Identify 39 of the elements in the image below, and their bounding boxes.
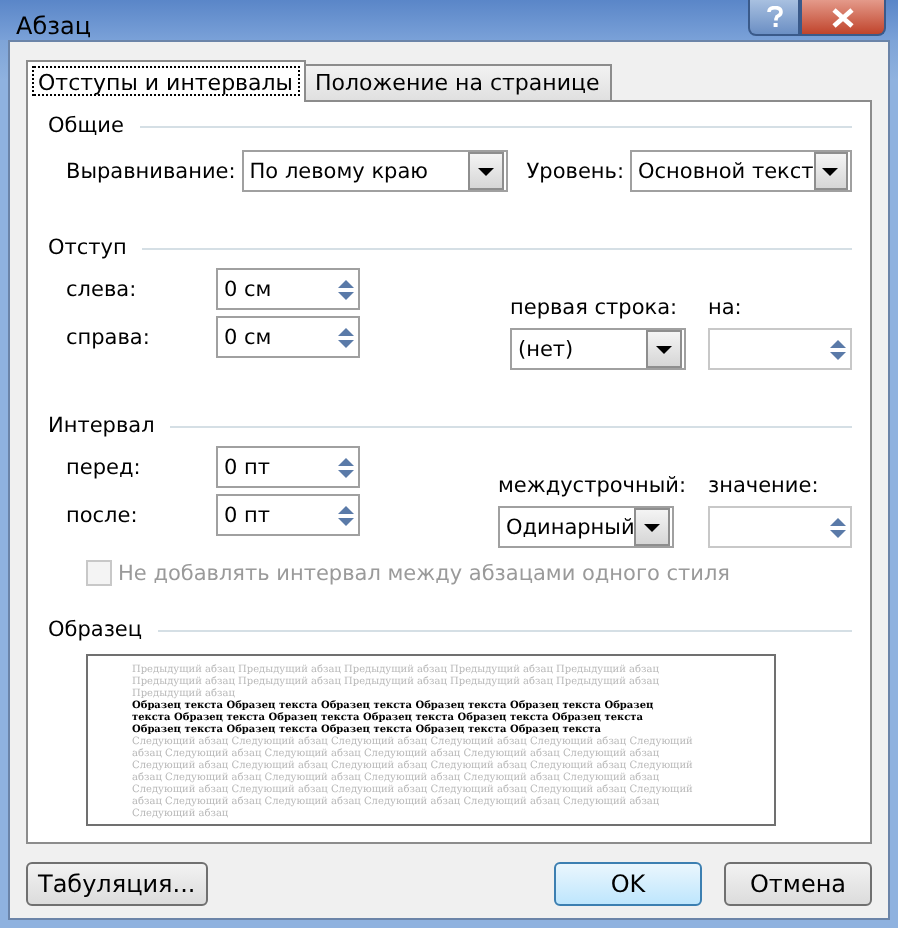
field-label: первая строка:	[510, 296, 680, 320]
spin-arrows-icon	[338, 457, 354, 477]
field-label: междустрочный:	[497, 474, 686, 498]
spin-field[interactable]: 0 пт	[216, 494, 360, 536]
spin-arrows-icon	[338, 279, 354, 299]
spin-arrows-icon	[338, 505, 354, 525]
group-title: Отступ	[48, 236, 127, 260]
field-label: слева:	[66, 277, 139, 301]
tabs-button[interactable]: Табуляция...	[26, 862, 208, 906]
alignment-dropdown[interactable]: По левому краю	[241, 150, 509, 192]
field-label: Выравнивание:	[66, 159, 236, 183]
field-label: Уровень:	[526, 159, 624, 183]
spin-field[interactable]: 0 см	[216, 268, 360, 310]
group-title: Образец	[48, 618, 143, 642]
spin-arrows-icon	[338, 327, 354, 347]
spin-field[interactable]: 0 см	[216, 316, 360, 358]
field-label: после:	[66, 503, 140, 527]
window-title: Абзац	[16, 10, 92, 40]
field-label: перед:	[66, 455, 143, 479]
group-title: Общие	[48, 114, 124, 138]
cancel-button[interactable]: Отмена	[724, 862, 872, 906]
level-dropdown[interactable]: Основной текст	[630, 150, 852, 192]
field-label: значение:	[708, 474, 821, 498]
tab[interactable]: Отступы и интервалы	[26, 60, 305, 102]
help-button[interactable]	[748, 0, 800, 36]
checkbox-label: Не добавлять интервал между абзацами одного стиля	[118, 561, 730, 585]
spin-field[interactable]: 0 пт	[216, 446, 360, 488]
close-button[interactable]	[800, 0, 886, 36]
group-title: Интервал	[48, 414, 155, 438]
line-spacing-dropdown[interactable]: Одинарный	[497, 506, 674, 548]
spin-arrows-icon	[830, 517, 846, 537]
first-line-dropdown[interactable]: (нет)	[510, 328, 686, 370]
tab[interactable]: Положение на странице	[303, 64, 612, 100]
help-icon	[765, 6, 783, 28]
ok-button[interactable]: OK	[554, 862, 702, 906]
field-label: справа:	[66, 325, 152, 349]
spin-arrows-icon	[830, 339, 846, 359]
close-icon	[832, 7, 854, 27]
field-label: на:	[708, 296, 744, 320]
